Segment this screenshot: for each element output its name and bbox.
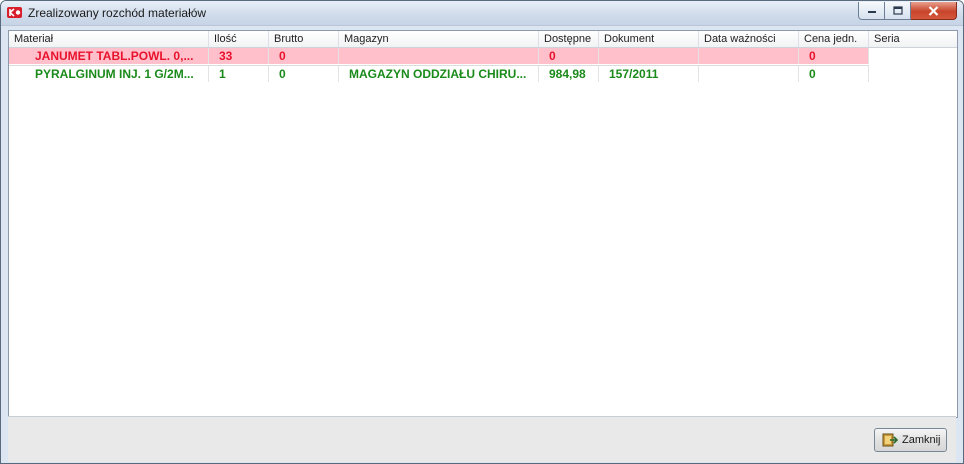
- cell-cena: 0: [799, 66, 869, 82]
- column-header-material[interactable]: Materiał: [9, 31, 209, 47]
- maximize-icon: [892, 6, 903, 15]
- cell-material: PYRALGINUM INJ. 1 G/2M...: [9, 66, 209, 82]
- materials-table[interactable]: Materiał Ilość Brutto Magazyn Dostępne D…: [8, 30, 958, 418]
- button-bar: Zamknij: [8, 416, 956, 462]
- cell-ilosc: 33: [209, 48, 269, 64]
- cell-magazyn: MAGAZYN ODDZIAŁU CHIRU...: [339, 66, 539, 82]
- column-header-cena[interactable]: Cena jedn.: [799, 31, 869, 47]
- cell-brutto: 0: [269, 48, 339, 64]
- cell-ilosc: 1: [209, 66, 269, 82]
- maximize-button[interactable]: [885, 2, 911, 20]
- column-header-data-waznosci[interactable]: Data ważności: [699, 31, 799, 47]
- column-header-seria[interactable]: Seria: [869, 31, 957, 47]
- column-header-ilosc[interactable]: Ilość: [209, 31, 269, 47]
- close-window-button[interactable]: [911, 2, 957, 20]
- table-row[interactable]: JANUMET TABL.POWL. 0,... 33 0 0 0: [9, 48, 869, 64]
- cell-dostepne: 984,98: [539, 66, 599, 82]
- app-logo-icon: [7, 7, 22, 18]
- cell-brutto: 0: [269, 66, 339, 82]
- cell-magazyn: [339, 48, 539, 64]
- cell-dokument: [599, 48, 699, 64]
- dialog-window: Zrealizowany rozchód materiałów Materiał…: [0, 0, 964, 464]
- title-bar[interactable]: Zrealizowany rozchód materiałów: [1, 1, 963, 26]
- cell-cena: 0: [799, 48, 869, 64]
- cell-dokument: 157/2011: [599, 66, 699, 82]
- minimize-icon: [867, 10, 876, 13]
- column-header-brutto[interactable]: Brutto: [269, 31, 339, 47]
- table-row[interactable]: PYRALGINUM INJ. 1 G/2M... 1 0 MAGAZYN OD…: [9, 65, 869, 82]
- cell-dostepne: 0: [539, 48, 599, 64]
- exit-door-icon: [882, 433, 898, 447]
- window-title: Zrealizowany rozchód materiałów: [28, 6, 207, 20]
- cell-data-waznosci: [699, 66, 799, 82]
- close-button[interactable]: Zamknij: [874, 428, 947, 452]
- close-icon: [928, 5, 939, 16]
- cell-material: JANUMET TABL.POWL. 0,...: [9, 48, 209, 64]
- table-header: Materiał Ilość Brutto Magazyn Dostępne D…: [9, 31, 957, 48]
- column-header-dokument[interactable]: Dokument: [599, 31, 699, 47]
- close-button-label: Zamknij: [902, 434, 941, 446]
- column-header-magazyn[interactable]: Magazyn: [339, 31, 539, 47]
- minimize-button[interactable]: [858, 2, 885, 20]
- cell-data-waznosci: [699, 48, 799, 64]
- column-header-dostepne[interactable]: Dostępne: [539, 31, 599, 47]
